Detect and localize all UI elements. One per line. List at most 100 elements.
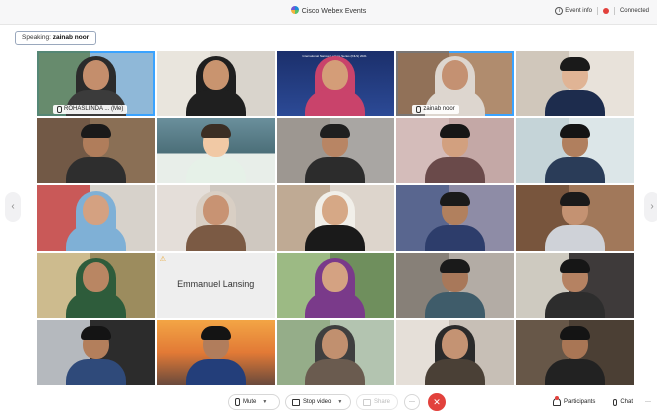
- participant-video: [300, 256, 370, 318]
- divider: [596, 7, 598, 15]
- participant-tile[interactable]: [516, 319, 634, 385]
- participant-tile[interactable]: [156, 118, 275, 184]
- participant-video: [540, 189, 610, 251]
- torso: [305, 90, 366, 117]
- torso: [545, 157, 606, 184]
- participants-label: Participants: [564, 399, 596, 405]
- app-title-text: Cisco Webex Events: [301, 8, 367, 15]
- torso: [545, 358, 606, 385]
- face: [322, 261, 349, 292]
- chevron-down-icon[interactable]: ▼: [262, 394, 267, 410]
- participant-video: [540, 54, 610, 117]
- participants-button[interactable]: Participants: [547, 394, 603, 410]
- participant-video: [300, 54, 370, 117]
- stop-video-label: Stop video: [303, 399, 332, 405]
- face: [322, 194, 349, 225]
- participant-video: [300, 121, 370, 184]
- meeting-controls: Mute ▼ Stop video ▼ Share ··· ✕ Particip…: [0, 389, 657, 413]
- overflow-menu-button[interactable]: ···: [641, 394, 655, 410]
- torso: [185, 358, 246, 385]
- speaking-name: zainab noor: [52, 34, 90, 41]
- torso: [65, 358, 126, 385]
- hair: [80, 325, 111, 340]
- torso: [425, 157, 486, 184]
- participant-tile[interactable]: [37, 252, 155, 318]
- participant-tile[interactable]: [156, 51, 275, 117]
- torso: [545, 224, 606, 251]
- participant-tile[interactable]: ROHASLINDA ... (Me): [37, 51, 155, 117]
- next-page-button[interactable]: ›: [644, 192, 657, 222]
- chat-button[interactable]: Chat: [607, 394, 639, 410]
- torso: [425, 224, 486, 251]
- torso: [185, 224, 246, 251]
- chat-label: Chat: [620, 399, 633, 405]
- event-info-label: Event info: [565, 8, 592, 14]
- participant-tile[interactable]: [156, 185, 275, 251]
- torso: [305, 224, 366, 251]
- leave-event-button[interactable]: ✕: [428, 393, 446, 411]
- face: [322, 328, 349, 359]
- divider: [613, 7, 615, 15]
- chevron-left-icon: ‹: [11, 201, 15, 212]
- event-info-button[interactable]: i Event info: [555, 7, 592, 15]
- torso: [65, 224, 126, 251]
- participant-tile[interactable]: zainab noor: [396, 51, 515, 117]
- face: [442, 328, 469, 359]
- more-icon: ···: [409, 399, 415, 405]
- torso: [545, 291, 606, 318]
- participant-video: [420, 256, 490, 318]
- participant-tile[interactable]: [396, 118, 515, 184]
- participant-video: [540, 256, 610, 318]
- participant-tile[interactable]: [276, 319, 395, 385]
- participant-video: [181, 189, 251, 251]
- participant-tile[interactable]: [156, 319, 275, 385]
- previous-page-button[interactable]: ‹: [5, 192, 21, 222]
- participant-tile[interactable]: [396, 185, 515, 251]
- participant-video: [61, 189, 131, 251]
- participant-tile[interactable]: [37, 185, 155, 251]
- torso: [305, 157, 366, 184]
- stop-video-button[interactable]: Stop video ▼: [285, 394, 351, 410]
- hair: [200, 124, 231, 139]
- participant-video: [540, 121, 610, 184]
- face: [82, 194, 109, 225]
- mute-button[interactable]: Mute ▼: [228, 394, 280, 410]
- participant-tile[interactable]: ⚠ Emmanuel Lansing: [156, 252, 275, 318]
- hair: [560, 57, 591, 72]
- participant-video: [540, 323, 610, 385]
- face: [322, 60, 349, 91]
- participant-tile[interactable]: [396, 252, 515, 318]
- share-button[interactable]: Share: [356, 394, 398, 410]
- participant-name: zainab noor: [423, 106, 455, 113]
- hair: [560, 191, 591, 206]
- participant-video: [420, 121, 490, 184]
- participant-tile[interactable]: [396, 319, 515, 385]
- notification-badge: [555, 396, 559, 400]
- participant-tile[interactable]: [516, 185, 634, 251]
- participant-tile[interactable]: [516, 252, 634, 318]
- participant-tile[interactable]: [276, 252, 395, 318]
- participant-video: [61, 121, 131, 184]
- more-options-button[interactable]: ···: [404, 394, 420, 410]
- title-bar: Cisco Webex Events i Event info Connected: [0, 0, 657, 25]
- face: [442, 60, 469, 91]
- participant-video: [420, 189, 490, 251]
- share-screen-icon: [363, 398, 371, 406]
- participant-name: Emmanuel Lansing: [177, 278, 255, 289]
- participant-tile[interactable]: [276, 185, 395, 251]
- participant-tile[interactable]: [37, 118, 155, 184]
- chevron-down-icon[interactable]: ▼: [337, 394, 342, 410]
- connection-status-icon: [602, 8, 609, 14]
- torso: [65, 157, 126, 184]
- participant-video: [420, 323, 490, 385]
- speaking-label: Speaking:: [22, 34, 51, 41]
- hair: [320, 124, 351, 139]
- participant-tile[interactable]: [37, 319, 155, 385]
- participant-tile[interactable]: [516, 51, 634, 117]
- info-icon: i: [555, 7, 564, 15]
- participant-tile[interactable]: [276, 118, 395, 184]
- participant-tile[interactable]: International Narrow Lecture Series (INL…: [276, 51, 395, 117]
- participant-video: [181, 323, 251, 385]
- participant-video: [300, 323, 370, 385]
- participant-tile[interactable]: [516, 118, 634, 184]
